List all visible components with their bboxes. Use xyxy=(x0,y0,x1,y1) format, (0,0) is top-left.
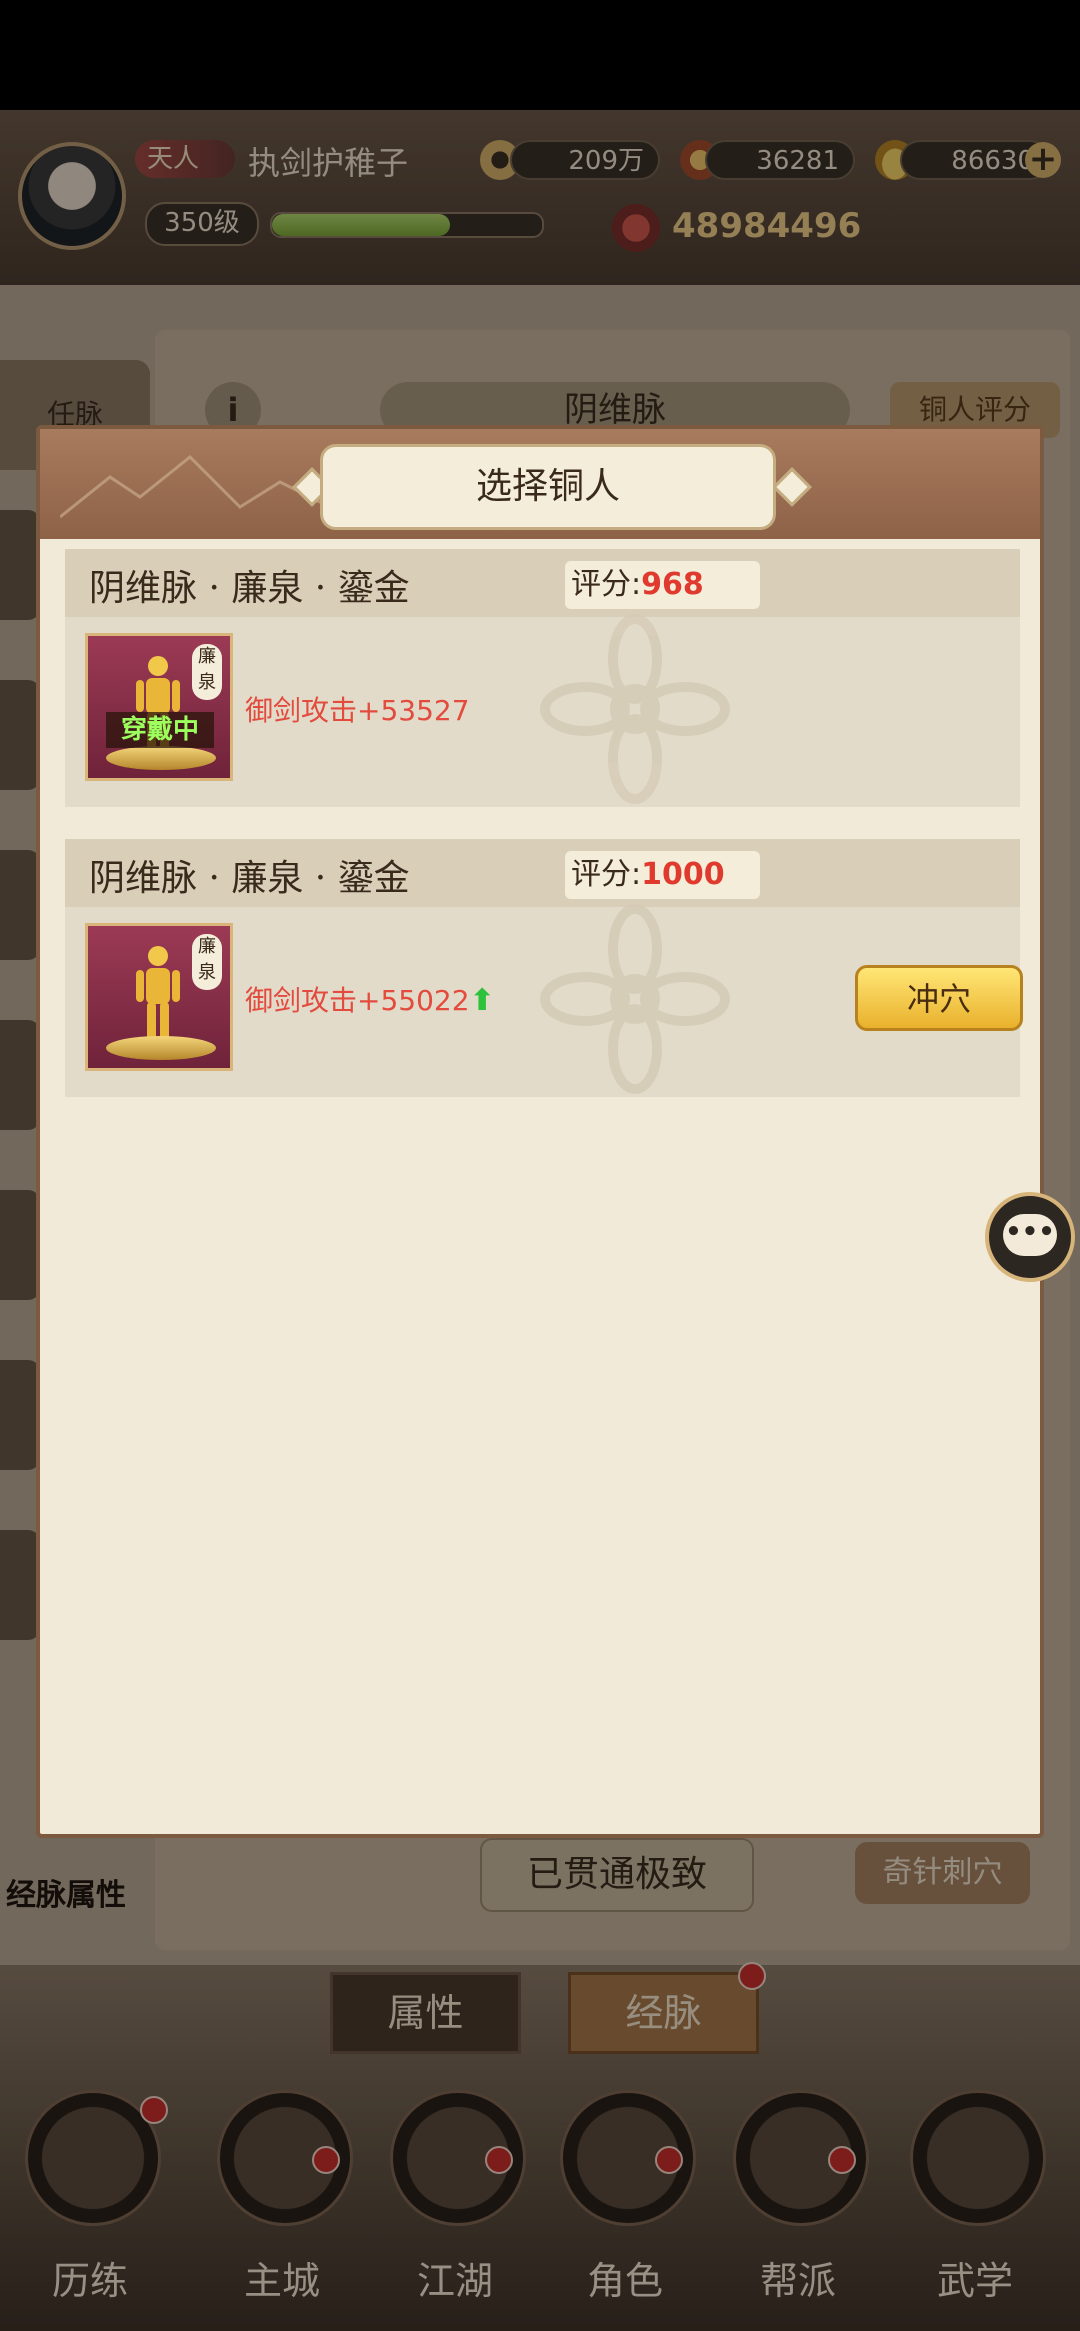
score-label: 评分: xyxy=(571,567,642,602)
score-value: 1000 xyxy=(641,857,725,892)
chat-button[interactable]: ••• xyxy=(985,1192,1075,1282)
increase-arrow-icon: ⬆ xyxy=(469,983,495,1018)
acupoint-tag: 廉泉 xyxy=(192,934,222,990)
dialog-title: 选择铜人 xyxy=(320,444,776,530)
bronze-figure-icon xyxy=(136,946,180,1040)
bronze-figure-item[interactable]: 廉泉 xyxy=(85,923,233,1071)
pedestal-icon xyxy=(106,1036,216,1060)
score-box: 评分:1000 xyxy=(565,851,760,899)
flower-watermark-icon xyxy=(540,614,730,804)
acupoint-tag: 廉泉 xyxy=(192,644,222,700)
bronze-figure-card[interactable]: 阴维脉 · 廉泉 · 鎏金 评分:968 廉泉 穿戴中 御剑攻击+53527 xyxy=(65,549,1020,807)
select-bronze-figure-dialog: 选择铜人 阴维脉 · 廉泉 · 鎏金 评分:968 廉泉 穿戴中 御剑攻击+53… xyxy=(36,425,1044,1838)
diamond-ornament-icon xyxy=(772,467,812,507)
pedestal-icon xyxy=(106,746,216,770)
score-label: 评分: xyxy=(571,857,642,892)
break-acupoint-button[interactable]: 冲穴 xyxy=(855,965,1023,1031)
bronze-figure-card[interactable]: 阴维脉 · 廉泉 · 鎏金 评分:1000 廉泉 御剑攻击+55022⬆ 冲穴 xyxy=(65,839,1023,1097)
equipped-status: 穿戴中 xyxy=(106,712,214,748)
dialog-header: 选择铜人 xyxy=(40,429,1040,539)
attribute-bonus: 御剑攻击+53527 xyxy=(245,694,470,727)
score-box: 评分:968 xyxy=(565,561,760,609)
score-value: 968 xyxy=(641,567,704,602)
card-header: 阴维脉 · 廉泉 · 鎏金 评分:1000 xyxy=(65,839,1020,907)
chat-bubble-icon: ••• xyxy=(1003,1214,1057,1256)
card-title: 阴维脉 · 廉泉 · 鎏金 xyxy=(89,568,410,609)
bronze-figure-item[interactable]: 廉泉 穿戴中 xyxy=(85,633,233,781)
flower-watermark-icon xyxy=(540,904,730,1094)
attribute-bonus: 御剑攻击+55022 xyxy=(245,984,470,1017)
card-title: 阴维脉 · 廉泉 · 鎏金 xyxy=(89,858,410,899)
card-header: 阴维脉 · 廉泉 · 鎏金 评分:968 xyxy=(65,549,1020,617)
attribute-bonus-row: 御剑攻击+55022⬆ xyxy=(245,979,495,1019)
